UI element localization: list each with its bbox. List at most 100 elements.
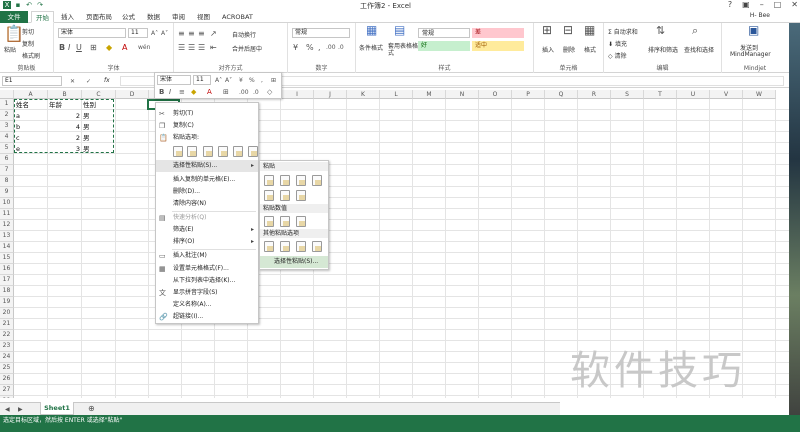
- help-icon[interactable]: ?: [728, 0, 732, 9]
- mini-italic-icon[interactable]: I: [169, 88, 171, 97]
- name-box[interactable]: E1: [2, 76, 62, 86]
- row-header-15[interactable]: 15: [0, 253, 14, 264]
- font-name-select[interactable]: 宋体: [58, 28, 126, 38]
- menu-paste-special[interactable]: 选择性粘贴(S)... ▸: [156, 160, 258, 172]
- redo-icon[interactable]: ↷: [36, 1, 44, 9]
- sort-filter-button[interactable]: 排序和筛选: [648, 45, 678, 54]
- italic-icon[interactable]: I: [68, 43, 70, 52]
- row-header-1[interactable]: 1: [0, 99, 14, 110]
- menu-copy[interactable]: ❐ 复制(C): [156, 120, 258, 132]
- sheet-tab-sheet1[interactable]: Sheet1: [40, 402, 74, 415]
- cut-button[interactable]: 剪切: [22, 27, 34, 36]
- menu-hyperlink[interactable]: 🔗 超链接(I)...: [156, 311, 258, 323]
- close-icon[interactable]: ✕: [791, 0, 798, 9]
- mini-font-color-icon[interactable]: A: [207, 88, 212, 97]
- comma-icon[interactable]: ,: [318, 43, 321, 52]
- no-borders-icon[interactable]: [264, 190, 274, 201]
- style-bad[interactable]: 差: [472, 28, 524, 38]
- find-select-button[interactable]: 查找和选择: [684, 45, 714, 54]
- select-all-corner[interactable]: [0, 90, 14, 99]
- align-top-icon[interactable]: ≡: [178, 29, 185, 38]
- scroll-right-icon[interactable]: ▶: [18, 405, 23, 414]
- tab-view[interactable]: 视图: [193, 11, 214, 23]
- mini-format-painter-icon[interactable]: ⊞: [271, 76, 276, 85]
- tab-formulas[interactable]: 公式: [118, 11, 139, 23]
- paste-transpose-icon[interactable]: [218, 146, 228, 157]
- increase-decimal-icon[interactable]: .00: [326, 43, 336, 52]
- column-header-n[interactable]: N: [446, 90, 479, 99]
- row-header-4[interactable]: 4: [0, 132, 14, 143]
- tab-page-layout[interactable]: 页面布局: [82, 11, 116, 23]
- column-header-i[interactable]: I: [281, 90, 314, 99]
- copy-button[interactable]: 复制: [22, 39, 34, 48]
- menu-format-cells[interactable]: ▦ 设置单元格格式(F)...: [156, 263, 258, 275]
- column-header-s[interactable]: S: [611, 90, 644, 99]
- tab-insert[interactable]: 插入: [57, 11, 78, 23]
- menu-filter[interactable]: 筛选(E) ▸: [156, 224, 258, 236]
- fill-button[interactable]: ⬇ 填充: [608, 39, 627, 48]
- insert-function-button[interactable]: fx: [104, 77, 110, 84]
- column-header-l[interactable]: L: [380, 90, 413, 99]
- currency-icon[interactable]: ¥: [293, 43, 298, 52]
- menu-define-name[interactable]: 定义名称(A)...: [156, 299, 258, 311]
- row-header-18[interactable]: 18: [0, 286, 14, 297]
- keep-source-format-icon[interactable]: [312, 175, 322, 186]
- style-normal[interactable]: 常规: [418, 28, 470, 38]
- row-header-9[interactable]: 9: [0, 187, 14, 198]
- fill-color-icon[interactable]: ◆: [106, 43, 112, 52]
- row-header-2[interactable]: 2: [0, 110, 14, 121]
- column-header-p[interactable]: P: [512, 90, 545, 99]
- format-cells-icon[interactable]: ▦: [584, 24, 595, 36]
- mini-font-name[interactable]: 宋体: [157, 75, 191, 85]
- menu-cut[interactable]: ✂ 剪切(T): [156, 108, 258, 120]
- user-name[interactable]: H- Bee: [750, 12, 770, 19]
- mini-decrease-decimal-icon[interactable]: .0: [253, 88, 259, 97]
- column-header-t[interactable]: T: [644, 90, 677, 99]
- row-header-19[interactable]: 19: [0, 297, 14, 308]
- align-left-icon[interactable]: ☰: [178, 43, 185, 52]
- formatting-icon[interactable]: [264, 241, 274, 252]
- paste-button[interactable]: 粘贴: [4, 45, 16, 54]
- row-header-3[interactable]: 3: [0, 121, 14, 132]
- row-header-26[interactable]: 26: [0, 374, 14, 385]
- menu-insert-copied[interactable]: 插入复制的单元格(E)...: [156, 174, 258, 186]
- menu-sort[interactable]: 排序(O) ▸: [156, 236, 258, 248]
- linked-picture-icon[interactable]: [312, 241, 322, 252]
- maximize-icon[interactable]: □: [774, 0, 782, 9]
- font-shrink-icon[interactable]: A˅: [161, 29, 168, 38]
- paste-values-icon[interactable]: [187, 146, 197, 157]
- format-painter-button[interactable]: 格式刷: [22, 51, 40, 60]
- row-header-8[interactable]: 8: [0, 176, 14, 187]
- mini-bold-icon[interactable]: B: [159, 88, 164, 97]
- wrap-text-button[interactable]: 自动换行: [232, 30, 256, 39]
- mini-font-size[interactable]: 11: [193, 75, 211, 85]
- align-right-icon[interactable]: ☰: [198, 43, 205, 52]
- mini-align-icon[interactable]: ≡: [179, 88, 185, 97]
- column-header-d[interactable]: D: [116, 90, 149, 99]
- bold-icon[interactable]: B: [59, 43, 65, 52]
- row-header-22[interactable]: 22: [0, 330, 14, 341]
- column-header-q[interactable]: Q: [545, 90, 578, 99]
- column-header-w[interactable]: W: [743, 90, 776, 99]
- style-neutral[interactable]: 适中: [472, 41, 524, 51]
- column-header-u[interactable]: U: [677, 90, 710, 99]
- align-bottom-icon[interactable]: ≡: [198, 29, 205, 38]
- column-header-r[interactable]: R: [578, 90, 611, 99]
- orientation-icon[interactable]: ↗: [210, 29, 217, 38]
- row-header-7[interactable]: 7: [0, 165, 14, 176]
- save-icon[interactable]: ▪: [14, 1, 22, 9]
- paste-formulas-icon[interactable]: [280, 175, 290, 186]
- row-header-27[interactable]: 27: [0, 385, 14, 396]
- row-header-17[interactable]: 17: [0, 275, 14, 286]
- paste-formatting-icon[interactable]: [233, 146, 243, 157]
- menu-delete[interactable]: 删除(D)...: [156, 186, 258, 198]
- number-format-select[interactable]: 常规: [292, 28, 350, 38]
- paste-link-icon[interactable]: [248, 146, 258, 157]
- row-header-13[interactable]: 13: [0, 231, 14, 242]
- undo-icon[interactable]: ↶: [25, 1, 33, 9]
- column-header-v[interactable]: V: [710, 90, 743, 99]
- submenu-paste-special[interactable]: 选择性粘贴(S)...: [260, 256, 328, 268]
- percent-icon[interactable]: %: [306, 43, 314, 52]
- row-header-10[interactable]: 10: [0, 198, 14, 209]
- values-icon[interactable]: [264, 216, 274, 227]
